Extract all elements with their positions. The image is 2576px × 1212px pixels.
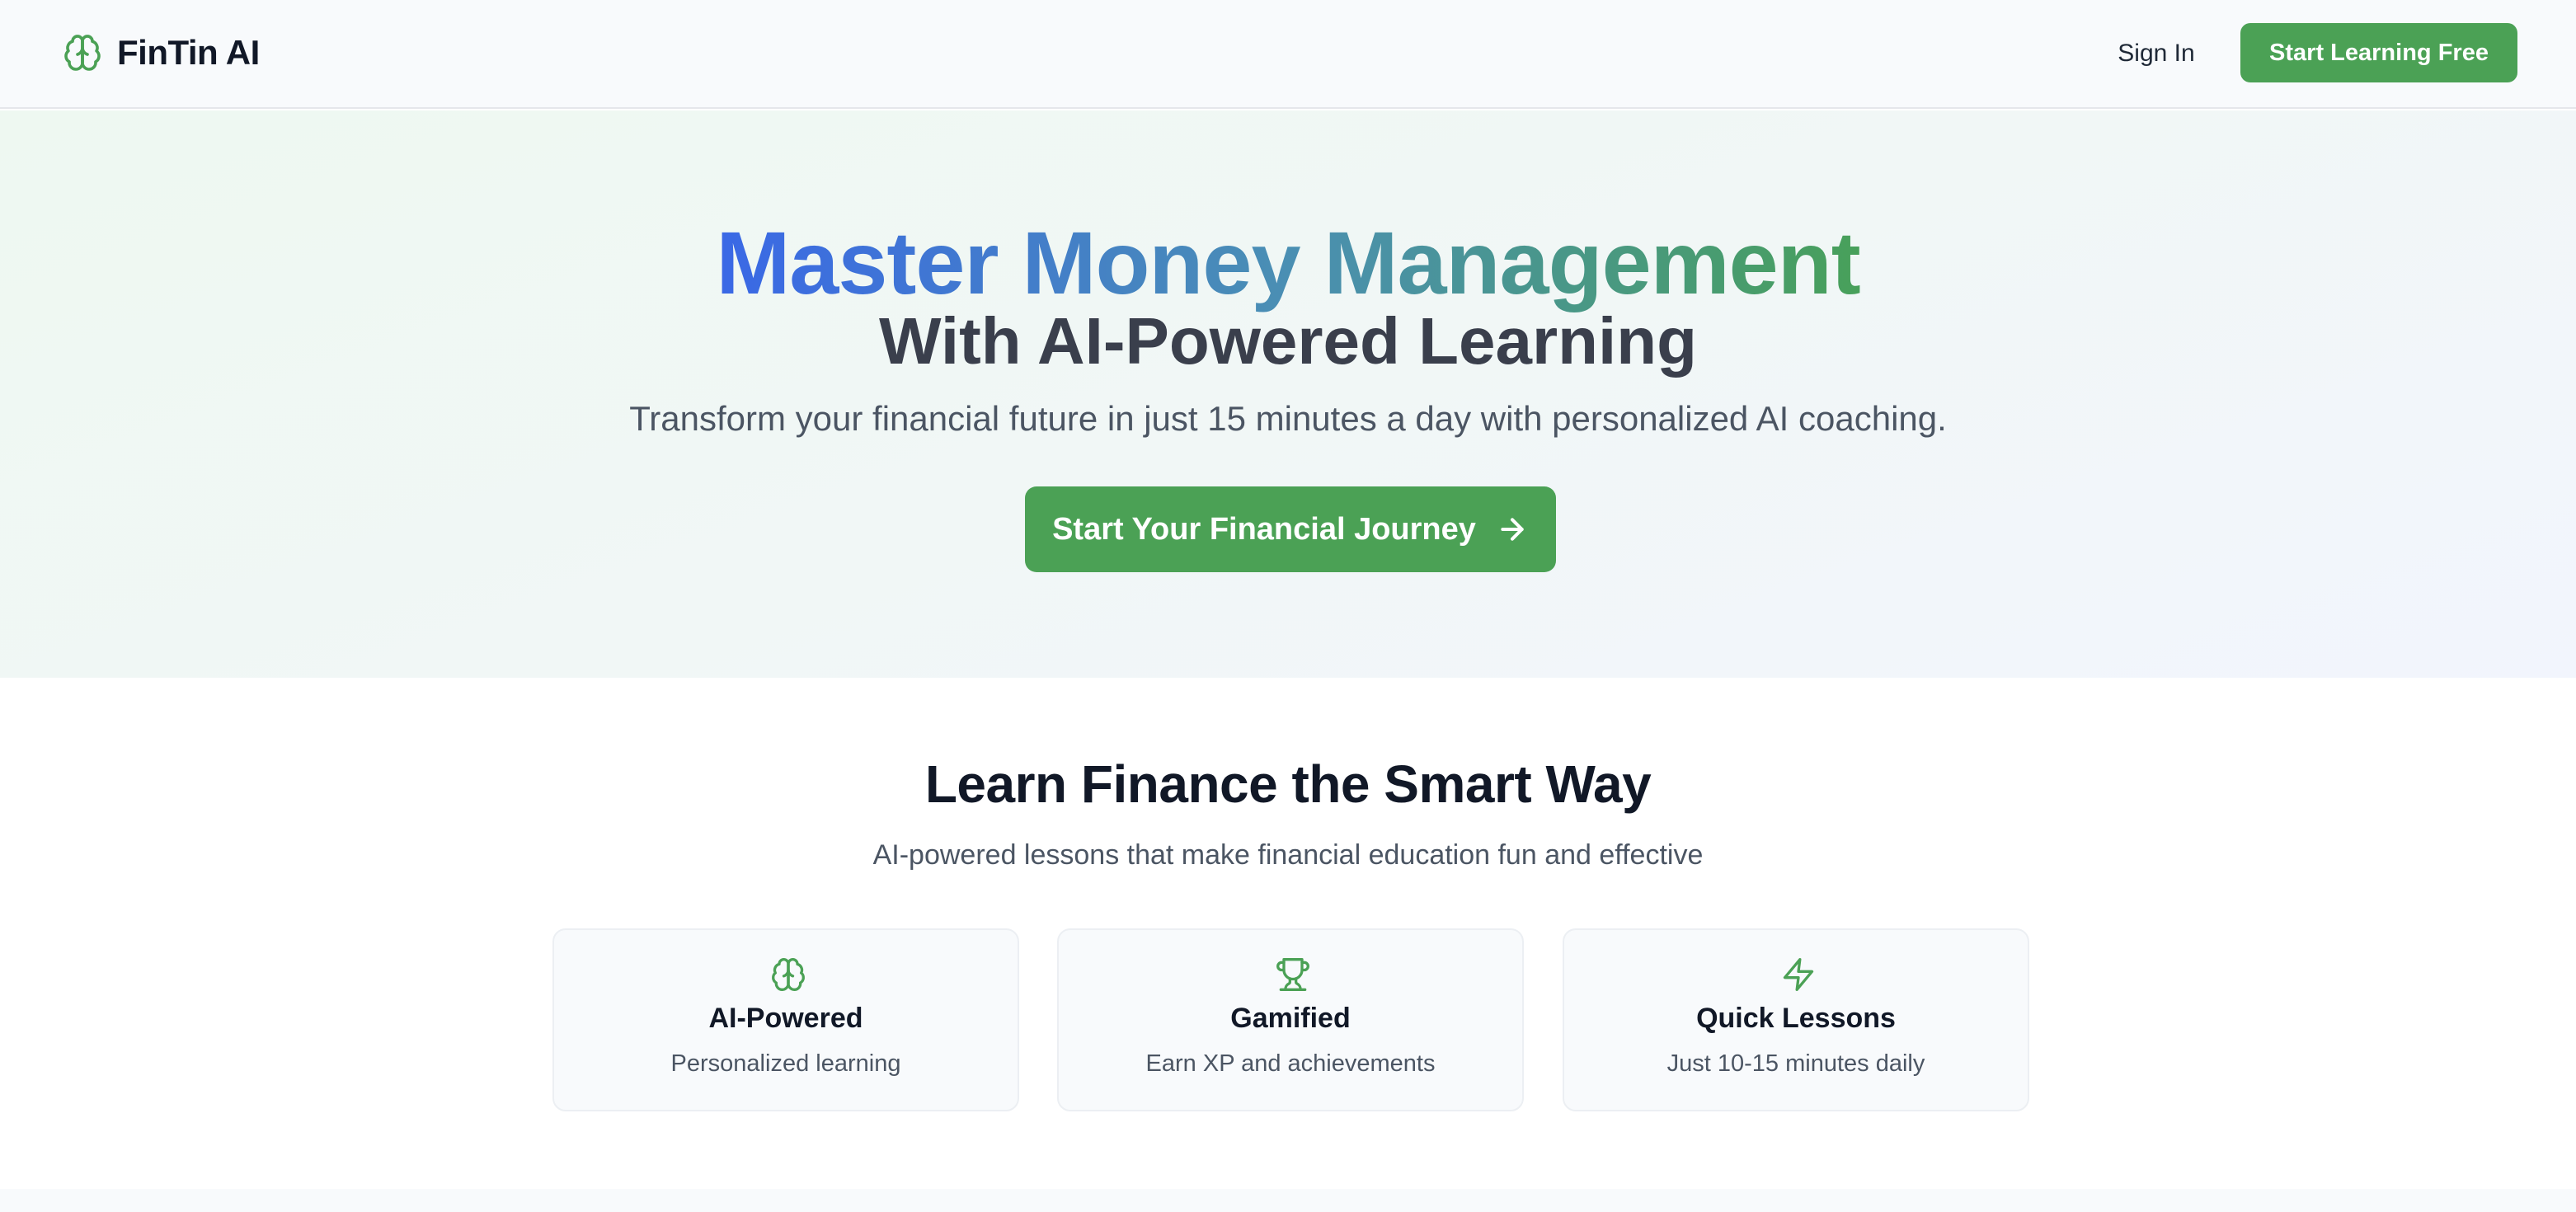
features-section: Learn Finance the Smart Way AI-powered l… (0, 678, 2576, 1189)
arrow-right-icon (1501, 518, 1524, 541)
feature-description: Just 10-15 minutes daily (1666, 1050, 1925, 1077)
sign-in-link[interactable]: Sign In (2094, 33, 2218, 74)
hero-title-text: Master Money Management (716, 213, 1860, 312)
navbar: FinTin AI Sign In Start Learning Free (0, 0, 2576, 109)
feature-description: Earn XP and achievements (1145, 1050, 1436, 1077)
brain-icon (772, 958, 805, 991)
brand-logo[interactable]: FinTin AI (63, 30, 260, 76)
trophy-icon (1276, 958, 1309, 991)
brand-name: FinTin AI (117, 33, 260, 72)
start-journey-button[interactable]: Start Your Financial Journey (1025, 486, 1556, 572)
feature-title: Quick Lessons (1696, 1003, 1896, 1034)
start-journey-label: Start Your Financial Journey (1052, 511, 1476, 547)
hero-section: Master Money Management With AI-Powered … (0, 110, 2576, 678)
features-subtitle: AI-powered lessons that make financial e… (872, 839, 1704, 871)
feature-card-ai-powered: AI-Powered Personalized learning (552, 928, 1019, 1111)
feature-title: AI-Powered (708, 1003, 863, 1034)
hero-description: Transform your financial future in just … (629, 399, 1947, 438)
feature-description: Personalized learning (670, 1050, 901, 1077)
feature-card-gamified: Gamified Earn XP and achievements (1057, 928, 1524, 1111)
hero-subtitle: With AI-Powered Learning (879, 304, 1697, 378)
feature-title: Gamified (1230, 1003, 1351, 1034)
start-learning-free-button[interactable]: Start Learning Free (2240, 23, 2517, 82)
next-section-edge (0, 1189, 2576, 1212)
features-title: Learn Finance the Smart Way (924, 754, 1652, 814)
feature-card-quick-lessons: Quick Lessons Just 10-15 minutes daily (1563, 928, 2029, 1111)
brain-icon (64, 35, 101, 71)
zap-icon (1783, 958, 1814, 991)
hero-title: Master Money Management (0, 209, 2576, 317)
